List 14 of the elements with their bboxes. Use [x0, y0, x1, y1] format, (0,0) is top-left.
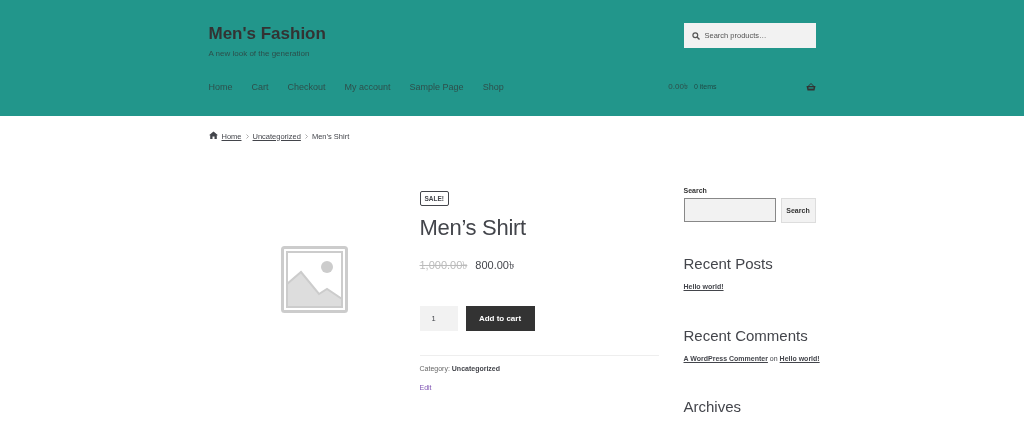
add-to-cart-button[interactable]: Add to cart — [465, 306, 535, 331]
site-title[interactable]: Men's Fashion — [208, 24, 326, 44]
home-icon[interactable] — [208, 131, 218, 139]
chevron-icon — [245, 133, 249, 139]
widget-title: Recent Comments — [683, 326, 809, 344]
chevron-icon — [304, 133, 308, 139]
product-title: Men’s Shirt — [419, 215, 527, 241]
widget-title: Archives — [683, 398, 743, 415]
basket-icon[interactable] — [805, 82, 816, 91]
placeholder-image-icon — [280, 246, 348, 313]
search-field[interactable] — [683, 198, 776, 222]
widget-title: Recent Posts — [683, 255, 774, 272]
sale-price: 800.00৳ — [475, 258, 514, 273]
original-price: 1,000.00৳ — [419, 258, 468, 273]
